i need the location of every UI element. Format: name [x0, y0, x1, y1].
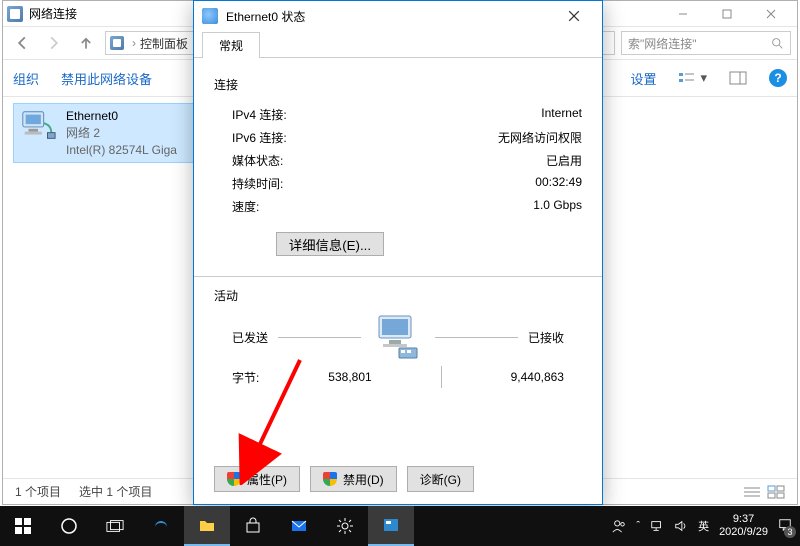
- people-icon[interactable]: [612, 519, 626, 533]
- clock[interactable]: 9:37 2020/9/29: [719, 513, 768, 539]
- duration-label: 持续时间:: [232, 175, 283, 192]
- bytes-sent: 538,801: [328, 370, 371, 384]
- edge-icon[interactable]: [138, 506, 184, 546]
- network-adapter-icon: [18, 108, 58, 144]
- bytes-separator: [441, 366, 442, 388]
- duration-value: 00:32:49: [535, 175, 582, 192]
- network-connections-icon: [7, 6, 23, 22]
- ipv4-value: Internet: [541, 106, 582, 123]
- diagnose-label: 诊断(G): [420, 471, 461, 488]
- details-button[interactable]: 详细信息(E)...: [276, 232, 384, 256]
- network-tray-icon[interactable]: [650, 519, 664, 533]
- tray-chevron-icon[interactable]: ˆ: [636, 520, 640, 532]
- notification-badge: 3: [784, 526, 796, 538]
- dialog-body: 连接 IPv4 连接: Internet IPv6 连接: 无网络访问权限 媒体状态…: [194, 58, 602, 460]
- separator: [194, 276, 602, 277]
- disable-label: 禁用(D): [343, 471, 384, 488]
- diagnose-button[interactable]: 诊断(G): [407, 466, 474, 492]
- adapter-name: Ethernet0: [66, 108, 177, 125]
- minimize-button[interactable]: [661, 1, 705, 27]
- clock-time: 9:37: [719, 513, 768, 526]
- nav-back-button[interactable]: [9, 30, 35, 56]
- bytes-row: 字节: 538,801 9,440,863: [214, 360, 582, 394]
- action-center-icon[interactable]: 3: [778, 518, 792, 535]
- view-options-button[interactable]: ▾: [678, 70, 707, 86]
- taskbar: ˆ 英 9:37 2020/9/29 3: [0, 506, 800, 546]
- clock-date: 2020/9/29: [719, 526, 768, 539]
- help-icon[interactable]: ?: [769, 69, 787, 87]
- addressbar-icon: [110, 36, 124, 50]
- properties-label: 属性(P): [247, 471, 287, 488]
- shield-icon: [323, 472, 337, 486]
- volume-tray-icon[interactable]: [674, 519, 688, 533]
- activity-line-right: [435, 337, 518, 338]
- active-app-icon[interactable]: [368, 506, 414, 546]
- dialog-titlebar: Ethernet0 状态: [194, 1, 602, 31]
- large-icons-view-icon[interactable]: [767, 485, 785, 499]
- dialog-tabs: 常规: [194, 31, 602, 58]
- details-view-icon[interactable]: [743, 485, 761, 499]
- section-activity: 活动: [214, 287, 582, 304]
- nav-up-button[interactable]: [73, 30, 99, 56]
- cortana-button[interactable]: [46, 506, 92, 546]
- bytes-label: 字节:: [232, 369, 259, 386]
- disable-button[interactable]: 禁用(D): [310, 466, 397, 492]
- window-controls: [661, 1, 793, 27]
- network-adapter-text: Ethernet0 网络 2 Intel(R) 82574L Giga: [66, 108, 177, 158]
- received-label: 已接收: [528, 329, 564, 346]
- system-tray: ˆ 英 9:37 2020/9/29 3: [604, 513, 800, 539]
- sent-label: 已发送: [232, 329, 268, 346]
- ipv4-label: IPv4 连接:: [232, 106, 287, 123]
- dialog-title: Ethernet0 状态: [226, 8, 305, 25]
- activity-line-left: [278, 337, 361, 338]
- ethernet-status-dialog: Ethernet0 状态 常规 连接 IPv4 连接: Internet IPv6…: [193, 0, 603, 505]
- maximize-button[interactable]: [705, 1, 749, 27]
- ime-indicator[interactable]: 英: [698, 518, 709, 534]
- preview-pane-button[interactable]: [729, 71, 747, 85]
- activity-row: 已发送 已接收: [214, 314, 582, 360]
- search-box[interactable]: 索"网络连接": [621, 31, 791, 55]
- toolbar-disable-device[interactable]: 禁用此网络设备: [61, 69, 152, 88]
- activity-monitor-icon: [371, 314, 425, 360]
- dialog-buttons: 属性(P) 禁用(D) 诊断(G): [194, 460, 602, 504]
- adapter-network: 网络 2: [66, 125, 177, 142]
- section-connection: 连接: [214, 76, 582, 93]
- speed-label: 速度:: [232, 198, 259, 215]
- bytes-received: 9,440,863: [511, 370, 564, 384]
- close-button[interactable]: [749, 1, 793, 27]
- toolbar-settings[interactable]: 设置: [630, 69, 656, 88]
- explorer-title: 网络连接: [29, 5, 77, 22]
- breadcrumb-segment[interactable]: 控制面板: [140, 35, 188, 52]
- media-state-value: 已启用: [546, 152, 582, 169]
- dialog-title-icon: [202, 8, 218, 24]
- settings-icon[interactable]: [322, 506, 368, 546]
- properties-button[interactable]: 属性(P): [214, 466, 300, 492]
- breadcrumb-sep-icon: ›: [132, 36, 136, 50]
- nav-forward-button[interactable]: [41, 30, 67, 56]
- start-button[interactable]: [0, 506, 46, 546]
- status-selection: 选中 1 个项目: [79, 483, 152, 500]
- file-explorer-icon[interactable]: [184, 506, 230, 546]
- adapter-device: Intel(R) 82574L Giga: [66, 142, 177, 159]
- tab-general[interactable]: 常规: [202, 32, 260, 58]
- store-icon[interactable]: [230, 506, 276, 546]
- toolbar-organize[interactable]: 组织: [13, 69, 39, 88]
- mail-icon[interactable]: [276, 506, 322, 546]
- dialog-close-button[interactable]: [554, 3, 594, 29]
- status-count: 1 个项目: [15, 483, 61, 500]
- task-view-button[interactable]: [92, 506, 138, 546]
- media-state-label: 媒体状态:: [232, 152, 283, 169]
- search-icon: [771, 37, 784, 50]
- ipv6-value: 无网络访问权限: [498, 129, 582, 146]
- search-placeholder: 索"网络连接": [628, 35, 697, 52]
- shield-icon: [227, 472, 241, 486]
- speed-value: 1.0 Gbps: [533, 198, 582, 215]
- ipv6-label: IPv6 连接:: [232, 129, 287, 146]
- network-adapter-item[interactable]: Ethernet0 网络 2 Intel(R) 82574L Giga: [13, 103, 213, 163]
